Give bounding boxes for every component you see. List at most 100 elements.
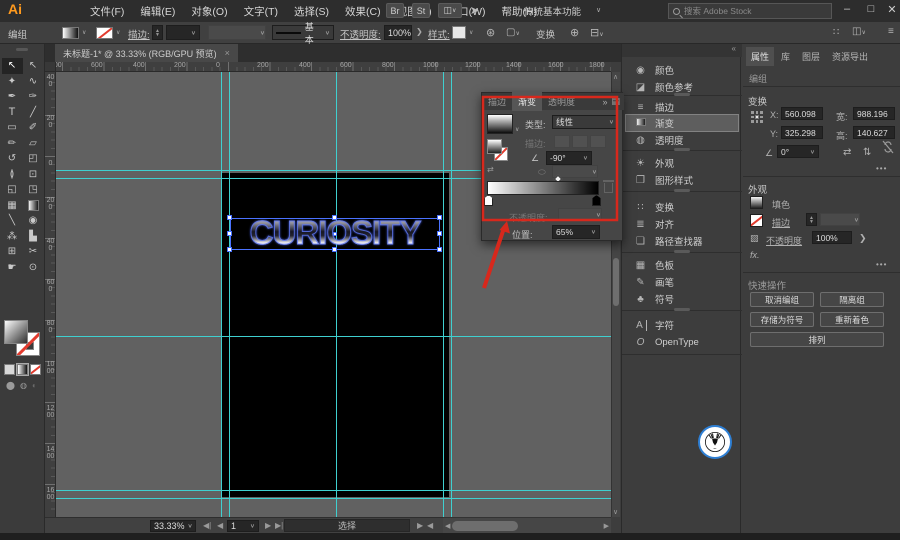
opacity-label[interactable]: 不透明度: [340,27,381,41]
first-artboard-icon[interactable]: ◀| [203,521,211,530]
ungroup-button[interactable]: 取消编组 [750,292,814,307]
artboard-tool[interactable]: ⊞ [2,244,23,260]
save-as-symbol-button[interactable]: 存储为符号 [750,312,814,327]
panel-item-brushes[interactable]: ✎画笔 [626,274,738,290]
fill-stroke-proxy[interactable] [4,320,42,358]
flip-vertical-icon[interactable]: ⇅ [863,147,871,158]
color-mode-button[interactable] [4,364,15,375]
paintbrush-tool[interactable]: ✐ [23,120,44,136]
menu-file[interactable]: 文件(F) [82,4,132,19]
scroll-up-icon[interactable]: ∧ [613,73,618,81]
stroke-color-swatch[interactable] [750,214,763,227]
recolor-icon[interactable]: ⊛ [486,26,495,39]
status-collapse-icon[interactable]: ◀ [427,521,433,530]
stroke-chevron-icon[interactable]: ∨ [116,29,120,36]
selection-handle[interactable] [227,215,232,220]
scroll-down-icon[interactable]: ∨ [613,508,618,516]
stop-opacity-dropdown[interactable] [558,208,602,221]
fill-color-swatch[interactable] [750,196,763,209]
dock-drag-dots[interactable] [674,93,690,96]
selection-handle[interactable] [227,247,232,252]
zoom-level-dropdown[interactable]: 33.33% [150,520,196,532]
workspace-chevron-icon[interactable]: ∨ [596,6,601,14]
shape-modes-icon[interactable]: ⊟∨ [590,26,604,39]
fx-button[interactable]: fx. [750,250,760,260]
delete-stop-icon[interactable] [604,183,613,193]
shape-builder-tool[interactable]: ◱ [2,182,23,198]
selection-center-point[interactable] [333,232,337,236]
panel-menu-icon[interactable]: ▤ [611,96,624,107]
list-view-icon[interactable]: ≡ [888,26,894,37]
horizontal-scrollbar[interactable]: ◀ ▶ [443,517,611,533]
isolate-group-button[interactable]: 隔离组 [820,292,884,307]
selection-handle[interactable] [437,215,442,220]
ruler-corner[interactable] [45,62,56,72]
symbol-sprayer-tool[interactable]: ⁂ [2,229,23,245]
arrange-button[interactable]: 排列 [750,332,884,347]
more-options-icon[interactable]: ••• [876,164,887,173]
isolate-icon[interactable]: ⊕ [570,26,579,39]
zoom-tool[interactable]: ⊙ [23,260,44,276]
fill-swatch[interactable] [62,27,79,39]
selection-handle[interactable] [332,247,337,252]
horizontal-scrollbar-thumb[interactable] [452,521,518,531]
height-input[interactable]: 140.627 [853,126,895,139]
scale-tool[interactable]: ◰ [23,151,44,167]
panel-item-opentype[interactable]: OOpenType [626,334,738,350]
eraser-tool[interactable]: ▱ [23,136,44,152]
panel-item-transform[interactable]: ∷变换 [626,199,738,215]
tab-close-icon[interactable]: × [225,48,230,58]
guide-vertical[interactable] [443,72,444,517]
gradient-type-dropdown[interactable]: 线性 [552,115,618,129]
gradient-along-stroke-icon[interactable] [572,135,588,148]
vertical-ruler[interactable]: 400 200 0 200 400 600 800 1000 1200 1400… [45,72,56,517]
gradient-stop-black[interactable] [592,195,601,206]
toolbar-drag-handle[interactable] [16,48,28,51]
tab-stroke[interactable]: 描边 [482,92,512,111]
panel-item-symbols[interactable]: ♣符号 [626,291,738,307]
gradient-slider[interactable] [487,181,599,195]
guide-vertical[interactable] [451,72,452,517]
workspace-switcher[interactable]: 传统基本功能 [524,4,581,18]
share-icon[interactable]: ➤ [470,4,479,17]
curvature-tool[interactable]: ✑ [23,89,44,105]
horizontal-ruler[interactable]: 800 600 400 200 0 200 400 600 800 1000 1… [56,62,611,72]
preview-chevron-icon[interactable]: ∨ [515,126,519,133]
fill-proxy-gradient[interactable] [4,320,28,344]
layout-switch-icon[interactable]: ◫∨ [438,3,462,18]
opacity-expand-icon[interactable]: ❯ [416,27,423,36]
shaper-tool[interactable]: ✏ [2,136,23,152]
next-artboard-icon[interactable]: ▶ [265,521,271,530]
menu-effect[interactable]: 效果(C) [337,4,389,19]
artboard-number-dropdown[interactable]: 1 [227,520,259,532]
link-dimensions-icon[interactable] [881,139,895,155]
fill-chevron-icon[interactable]: ∨ [82,29,86,36]
menu-type[interactable]: 文字(T) [236,4,286,19]
magic-wand-tool[interactable]: ✦ [2,74,23,90]
selection-handle[interactable] [227,231,232,236]
stroke-weight-stepper[interactable]: ▲▼ [152,25,163,40]
width-tool[interactable]: ≬ [2,167,23,183]
panel-item-character[interactable]: A字符 [626,317,738,333]
fill-proxy-gradient[interactable] [487,139,502,154]
menu-edit[interactable]: 编辑(E) [132,4,183,19]
guide-vertical[interactable] [221,72,222,517]
width-input[interactable]: 988.196 [853,107,895,120]
gradient-preview-swatch[interactable] [487,114,513,134]
stroke-weight-dropdown[interactable] [820,213,860,226]
dock-drag-dots[interactable] [674,250,690,253]
style-chevron-icon[interactable]: ∨ [469,29,473,36]
opacity-label[interactable]: 不透明度 [766,234,802,247]
perspective-grid-tool[interactable]: ◳ [23,182,44,198]
stroke-label[interactable]: 描边 [772,216,790,229]
panel-item-stroke[interactable]: ≡描边 [626,99,738,115]
column-graph-tool[interactable]: ▙ [23,229,44,245]
status-expand-icon[interactable]: ▶ [417,521,423,530]
minimize-button[interactable]: – [836,0,858,18]
scroll-right-icon[interactable]: ▶ [604,522,609,530]
none-mode-button[interactable] [30,364,41,375]
slice-tool[interactable]: ✂ [23,244,44,260]
y-input[interactable]: 325.298 [781,126,823,139]
scroll-left-icon[interactable]: ◀ [445,522,450,530]
gradient-tool[interactable] [23,198,44,214]
